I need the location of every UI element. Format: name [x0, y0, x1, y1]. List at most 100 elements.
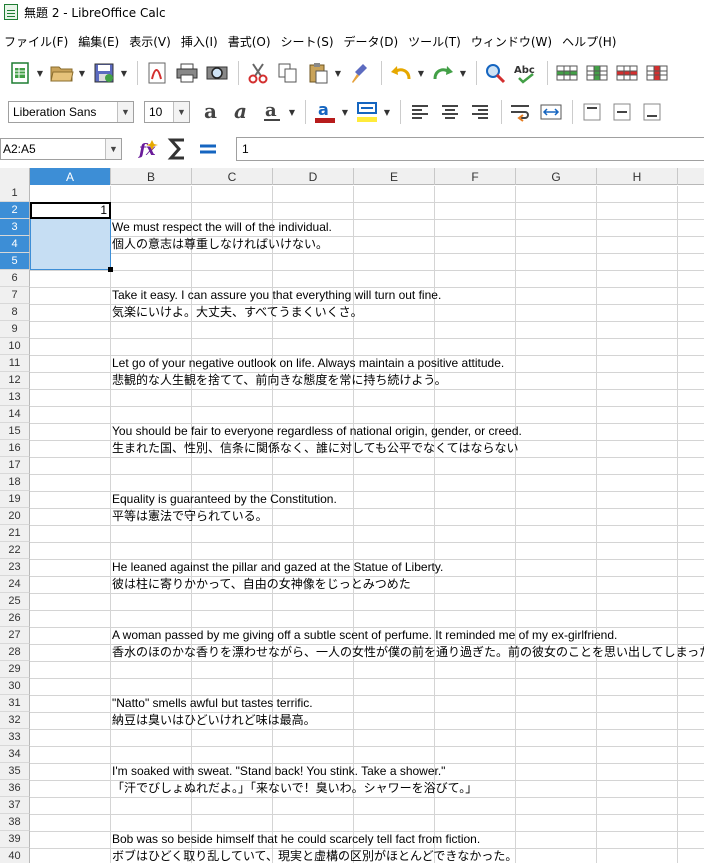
export-pdf-icon[interactable]: [143, 59, 171, 87]
row-header[interactable]: 8: [0, 304, 30, 321]
row-header[interactable]: 38: [0, 814, 30, 831]
menu-help[interactable]: ヘルプ(H): [558, 33, 622, 50]
align-top-icon[interactable]: [578, 98, 606, 126]
menu-sheet[interactable]: シート(S): [277, 33, 340, 50]
column-header-b[interactable]: B: [111, 168, 192, 185]
font-size-box[interactable]: 10 ▼: [144, 101, 190, 123]
row-header[interactable]: 32: [0, 712, 30, 729]
row-header[interactable]: 37: [0, 797, 30, 814]
column-header-g[interactable]: G: [516, 168, 597, 185]
cell-a2-value[interactable]: 1: [30, 202, 109, 219]
font-color-icon[interactable]: a: [311, 98, 339, 126]
chevron-down-icon[interactable]: ▼: [117, 102, 133, 122]
row-header[interactable]: 7: [0, 287, 30, 304]
bold-icon[interactable]: a: [198, 98, 226, 126]
delete-row-icon[interactable]: [613, 59, 641, 87]
row-header[interactable]: 5: [0, 253, 30, 270]
delete-column-icon[interactable]: [643, 59, 671, 87]
row-header[interactable]: 22: [0, 542, 30, 559]
row-header[interactable]: 20: [0, 508, 30, 525]
row-header[interactable]: 24: [0, 576, 30, 593]
redo-dropdown-icon[interactable]: ▼: [459, 59, 467, 87]
function-wizard-icon[interactable]: fx: [134, 135, 162, 163]
column-header-d[interactable]: D: [273, 168, 354, 185]
cell-text[interactable]: 「汗でびしょぬれだよ。」「来ないで！臭いわ。シャワーを浴びて。」: [112, 780, 477, 797]
row-header[interactable]: 9: [0, 321, 30, 338]
row-header[interactable]: 13: [0, 389, 30, 406]
new-dropdown-icon[interactable]: ▼: [36, 59, 44, 87]
row-header[interactable]: 16: [0, 440, 30, 457]
wrap-text-icon[interactable]: [507, 98, 535, 126]
fill-handle[interactable]: [108, 267, 113, 272]
align-center-icon[interactable]: [436, 98, 464, 126]
menu-data[interactable]: データ(D): [340, 33, 405, 50]
chevron-down-icon[interactable]: ▼: [173, 102, 189, 122]
column-header-c[interactable]: C: [192, 168, 273, 185]
highlight-color-icon[interactable]: [353, 98, 381, 126]
cell-text[interactable]: "Natto" smells awful but tastes terrific…: [112, 695, 313, 712]
print-icon[interactable]: [173, 59, 201, 87]
spelling-icon[interactable]: Abc: [512, 59, 540, 87]
menu-edit[interactable]: 編集(E): [74, 33, 125, 50]
menu-insert[interactable]: 挿入(I): [177, 33, 224, 50]
paste-icon[interactable]: [304, 59, 332, 87]
row-header[interactable]: 2: [0, 202, 30, 219]
cell-text[interactable]: We must respect the will of the individu…: [112, 219, 332, 236]
copy-icon[interactable]: [274, 59, 302, 87]
row-header[interactable]: 21: [0, 525, 30, 542]
name-box[interactable]: A2:A5 ▼: [0, 138, 122, 160]
formula-equals-icon[interactable]: [194, 135, 222, 163]
cell-text[interactable]: 気楽にいけよ。大丈夫、すべてうまくいくさ。: [112, 304, 363, 321]
row-header[interactable]: 36: [0, 780, 30, 797]
cell-text[interactable]: 個人の意志は尊重しなければいけない。: [112, 236, 328, 253]
cell-text[interactable]: Take it easy. I can assure you that ever…: [112, 287, 441, 304]
select-all-corner[interactable]: [0, 168, 30, 185]
cell-text[interactable]: ボブはひどく取り乱していて、現実と虚構の区別がほとんどできなかった。: [112, 848, 517, 863]
row-header[interactable]: 33: [0, 729, 30, 746]
row-header[interactable]: 29: [0, 661, 30, 678]
row-header[interactable]: 39: [0, 831, 30, 848]
cell-text[interactable]: 生まれた国、性別、信条に関係なく、誰に対しても公平でなくてはならない: [112, 440, 518, 457]
row-header[interactable]: 17: [0, 457, 30, 474]
cell-text[interactable]: A woman passed by me giving off a subtle…: [112, 627, 617, 644]
sum-icon[interactable]: [164, 135, 192, 163]
cell-text[interactable]: Bob was so beside himself that he could …: [112, 831, 480, 848]
insert-row-icon[interactable]: [553, 59, 581, 87]
row-header[interactable]: 4: [0, 236, 30, 253]
align-left-icon[interactable]: [406, 98, 434, 126]
row-header[interactable]: 10: [0, 338, 30, 355]
menu-window[interactable]: ウィンドウ(W): [467, 33, 558, 50]
cell-text[interactable]: He leaned against the pillar and gazed a…: [112, 559, 443, 576]
row-header[interactable]: 18: [0, 474, 30, 491]
align-right-icon[interactable]: [466, 98, 494, 126]
cell-text[interactable]: Equality is guaranteed by the Constituti…: [112, 491, 337, 508]
row-header[interactable]: 28: [0, 644, 30, 661]
cell-text[interactable]: You should be fair to everyone regardles…: [112, 423, 522, 440]
cell-text[interactable]: 悲観的な人生観を捨てて、前向きな態度を常に持ち続けよう。: [112, 372, 447, 389]
underline-dropdown-icon[interactable]: ▼: [288, 98, 296, 126]
highlight-dropdown-icon[interactable]: ▼: [383, 98, 391, 126]
save-dropdown-icon[interactable]: ▼: [120, 59, 128, 87]
insert-column-icon[interactable]: [583, 59, 611, 87]
row-header[interactable]: 23: [0, 559, 30, 576]
align-bottom-icon[interactable]: [638, 98, 666, 126]
spreadsheet-grid[interactable]: A B C D E F G H 1 2 3 4 5 6 7 8 9 10 11 12 13 14 15 16 1…: [0, 168, 704, 863]
row-header[interactable]: 30: [0, 678, 30, 695]
cell-text[interactable]: 平等は憲法で守られている。: [112, 508, 268, 525]
row-header[interactable]: 35: [0, 763, 30, 780]
cell-text[interactable]: Let go of your negative outlook on life.…: [112, 355, 504, 372]
menu-tools[interactable]: ツール(T): [404, 33, 467, 50]
open-dropdown-icon[interactable]: ▼: [78, 59, 86, 87]
redo-icon[interactable]: [429, 59, 457, 87]
formula-input[interactable]: 1: [236, 137, 704, 161]
find-replace-icon[interactable]: [482, 59, 510, 87]
cell-text[interactable]: 納豆は臭いはひどいけれど味は最高。: [112, 712, 316, 729]
column-header-h[interactable]: H: [597, 168, 678, 185]
cell-text[interactable]: 香水のほのかな香りを漂わせながら、一人の女性が僕の前を通り過ぎた。前の彼女のこと…: [112, 644, 704, 661]
row-header[interactable]: 1: [0, 185, 30, 202]
chevron-down-icon[interactable]: ▼: [105, 139, 121, 159]
cut-icon[interactable]: [244, 59, 272, 87]
save-icon[interactable]: [90, 59, 118, 87]
undo-icon[interactable]: [387, 59, 415, 87]
align-middle-icon[interactable]: [608, 98, 636, 126]
